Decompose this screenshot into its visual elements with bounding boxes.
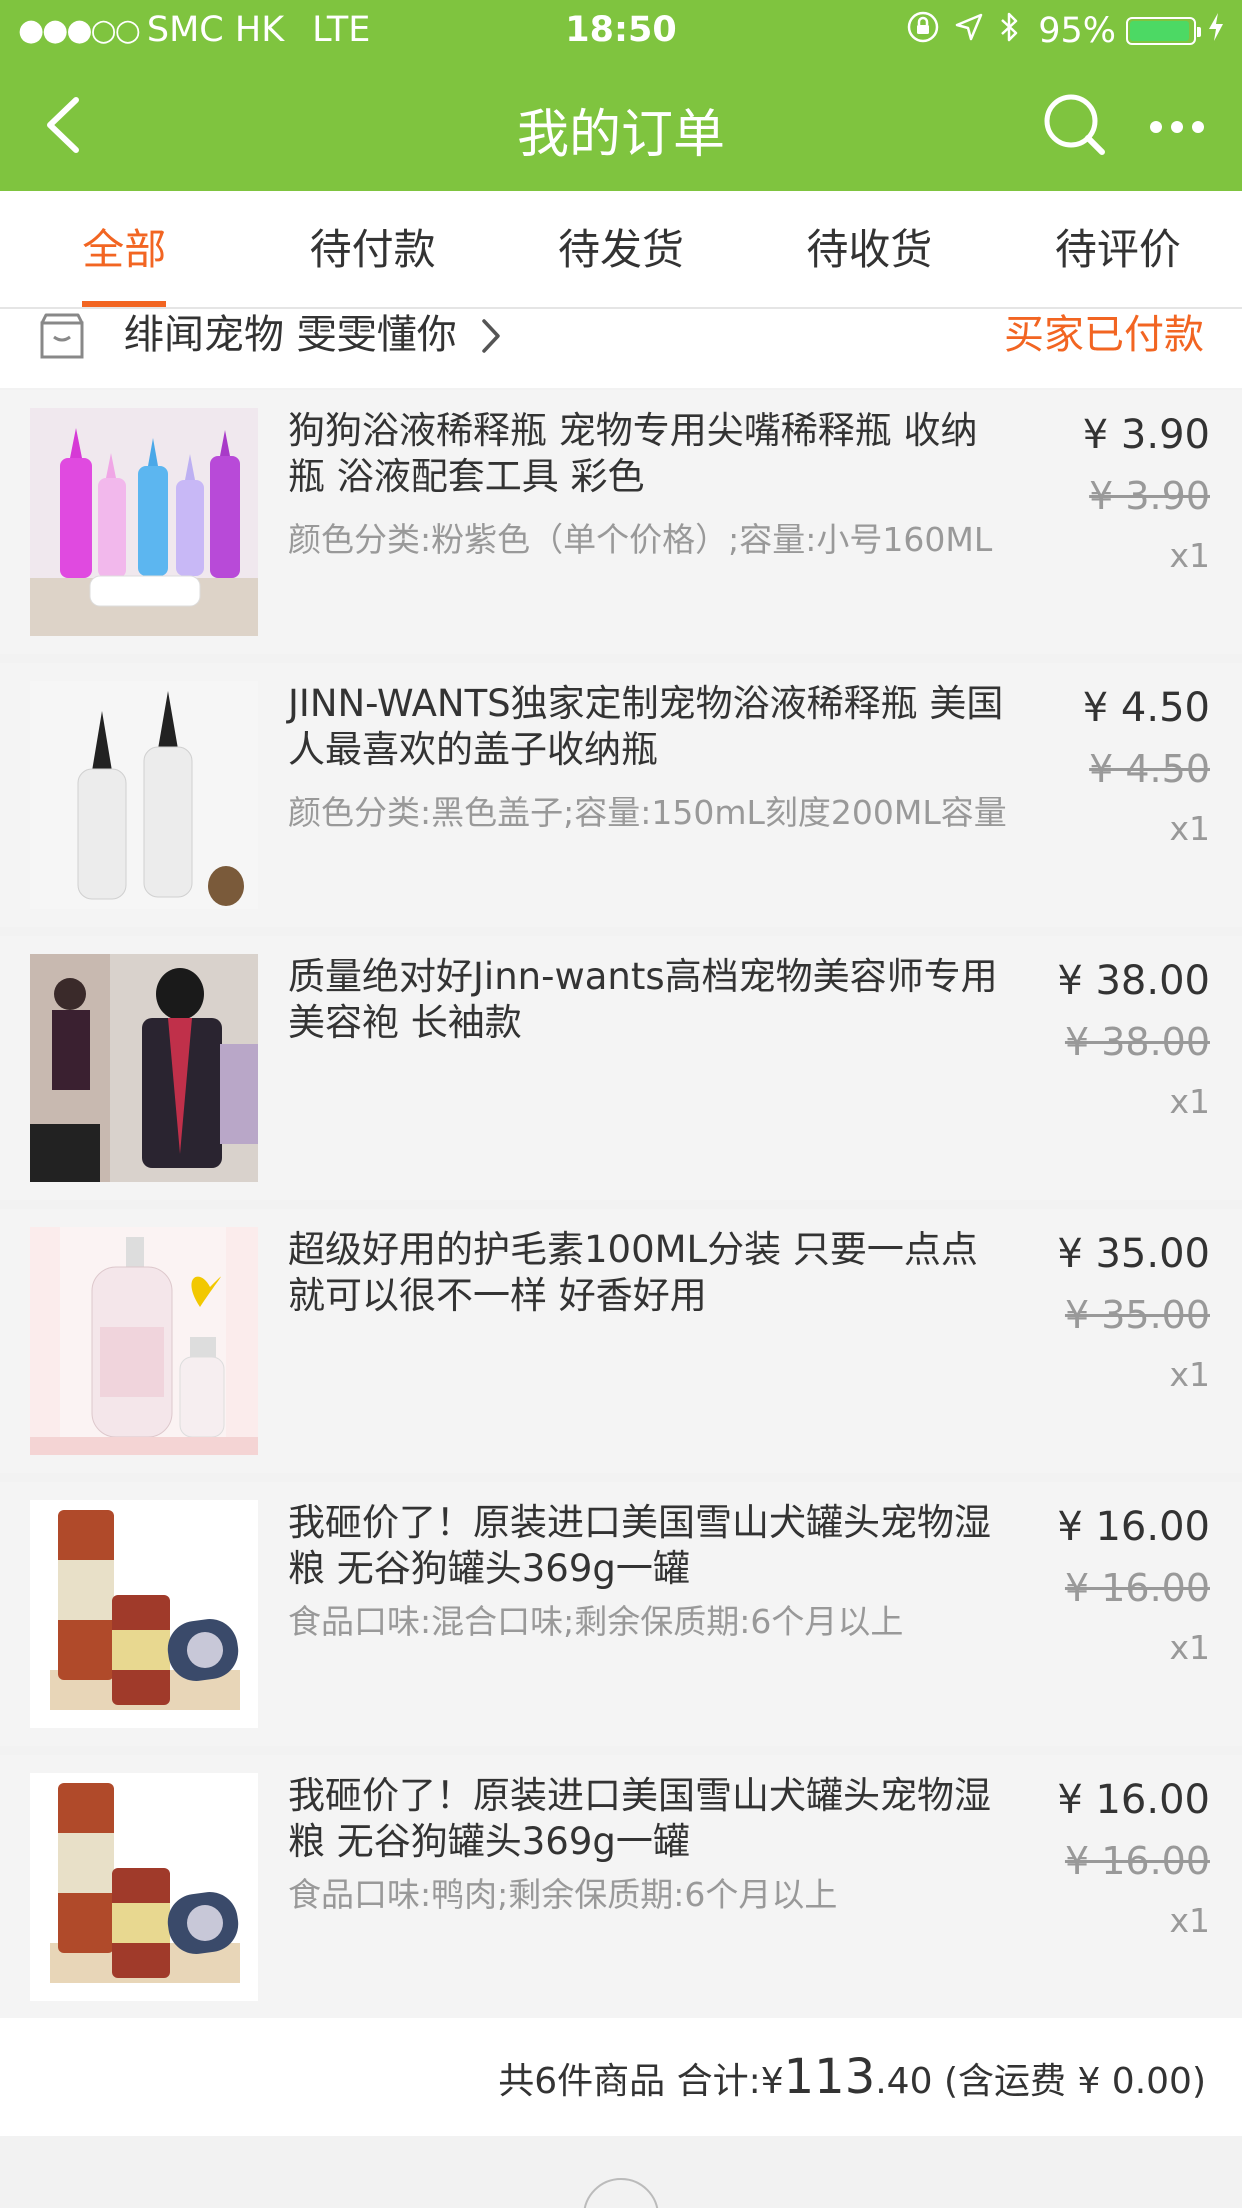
product-title: 狗狗浴液稀释瓶 宠物专用尖嘴稀释瓶 收纳瓶 浴液配套工具 彩色 — [288, 409, 978, 498]
product-quantity: x1 — [1169, 1082, 1210, 1121]
product-title: JINN-WANTS独家定制宠物浴液稀释瓶 美国人最喜欢的盖子收纳瓶 — [288, 682, 1004, 771]
product-spec: 颜色分类:黑色盖子;容量:150mL刻度200ML容量 — [288, 793, 1007, 832]
product-quantity: x1 — [1169, 1901, 1210, 1940]
battery-percent: 95% — [1038, 11, 1116, 51]
product-quantity: x1 — [1169, 809, 1210, 848]
shop-header[interactable]: 绯闻宠物 雯雯懂你 买家已付款 — [0, 309, 1242, 388]
bluetooth-icon — [998, 10, 1022, 52]
tab-pending-receipt[interactable]: 待收货 — [745, 191, 993, 307]
rotation-lock-icon — [906, 10, 940, 52]
shop-icon — [40, 313, 84, 359]
product-thumbnail[interactable] — [30, 408, 258, 636]
item-count: 共6件商品 — [498, 2061, 666, 2102]
conditioner-image — [30, 1227, 258, 1455]
shop-name: 绯闻宠物 雯雯懂你 — [124, 312, 457, 358]
order-item[interactable]: 狗狗浴液稀释瓶 宠物专用尖嘴稀释瓶 收纳瓶 浴液配套工具 彩色 颜色分类:粉紫色… — [0, 390, 1242, 654]
product-thumbnail[interactable] — [30, 1500, 258, 1728]
product-price: ¥ 3.90 — [1082, 412, 1210, 458]
product-title: 超级好用的护毛素100ML分装 只要一点点就可以很不一样 好香好用 — [288, 1228, 978, 1317]
bottle-image — [30, 408, 258, 636]
product-original-price: ¥ 35.00 — [1064, 1293, 1210, 1337]
product-spec: 食品口味:混合口味;剩余保质期:6个月以上 — [288, 1602, 904, 1641]
product-quantity: x1 — [1169, 1355, 1210, 1394]
product-title: 我砸价了！原装进口美国雪山犬罐头宠物湿粮 无谷狗罐头369g一罐 — [288, 1774, 991, 1863]
battery-icon — [1126, 17, 1201, 45]
search-button[interactable] — [1040, 90, 1110, 160]
product-original-price: ¥ 4.50 — [1089, 747, 1210, 791]
order-item[interactable]: 我砸价了！原装进口美国雪山犬罐头宠物湿粮 无谷狗罐头369g一罐 食品口味:鸭肉… — [0, 1755, 1242, 2019]
tab-pending-payment[interactable]: 待付款 — [248, 191, 496, 307]
total-amount-decimal: .40 — [875, 2061, 933, 2102]
dog-food-can-image — [30, 1773, 258, 2001]
product-original-price: ¥ 16.00 — [1064, 1839, 1210, 1883]
product-title: 我砸价了！原装进口美国雪山犬罐头宠物湿粮 无谷狗罐头369g一罐 — [288, 1501, 991, 1590]
product-price: ¥ 16.00 — [1057, 1777, 1210, 1823]
product-thumbnail[interactable] — [30, 681, 258, 909]
shipping-fee: (含运费 ¥ 0.00) — [943, 2061, 1206, 2102]
order-item[interactable]: 我砸价了！原装进口美国雪山犬罐头宠物湿粮 无谷狗罐头369g一罐 食品口味:混合… — [0, 1482, 1242, 1746]
total-label: 合计: — [676, 2061, 761, 2102]
status-bar: ●●●○○ SMC HK LTE 18:50 95% — [0, 0, 1242, 62]
order-item[interactable]: JINN-WANTS独家定制宠物浴液稀释瓶 美国人最喜欢的盖子收纳瓶 颜色分类:… — [0, 663, 1242, 927]
product-spec: 颜色分类:粉紫色（单个价格）;容量:小号160ML — [288, 520, 993, 559]
charging-icon — [1206, 11, 1226, 51]
product-original-price: ¥ 3.90 — [1089, 474, 1210, 518]
product-thumbnail[interactable] — [30, 954, 258, 1182]
partial-action-icon[interactable] — [583, 2178, 659, 2208]
product-thumbnail[interactable] — [30, 1773, 258, 2001]
product-title: 质量绝对好Jinn-wants高档宠物美容师专用美容袍 长袖款 — [288, 955, 998, 1044]
product-price: ¥ 38.00 — [1057, 958, 1210, 1004]
tab-pending-shipment[interactable]: 待发货 — [497, 191, 745, 307]
tab-all[interactable]: 全部 — [0, 191, 248, 307]
order-summary: 共6件商品 合计:¥113.40 (含运费 ¥ 0.00) — [0, 2018, 1242, 2136]
product-price: ¥ 35.00 — [1057, 1231, 1210, 1277]
order-status: 买家已付款 — [1004, 312, 1204, 358]
product-original-price: ¥ 16.00 — [1064, 1566, 1210, 1610]
more-button[interactable] — [1146, 102, 1208, 152]
order-tabs: 全部 待付款 待发货 待收货 待评价 — [0, 191, 1242, 309]
location-icon — [954, 12, 984, 50]
bottle-image — [30, 681, 258, 909]
product-original-price: ¥ 38.00 — [1064, 1020, 1210, 1064]
nav-bar: 我的订单 — [0, 62, 1242, 191]
chevron-right-icon — [482, 319, 500, 353]
product-spec: 食品口味:鸭肉;剩余保质期:6个月以上 — [288, 1875, 838, 1914]
product-quantity: x1 — [1169, 1628, 1210, 1667]
total-amount-integer: 113 — [783, 2049, 876, 2105]
product-thumbnail[interactable] — [30, 1227, 258, 1455]
product-quantity: x1 — [1169, 536, 1210, 575]
grooming-robe-image — [30, 954, 258, 1182]
order-item[interactable]: 质量绝对好Jinn-wants高档宠物美容师专用美容袍 长袖款 ¥ 38.00 … — [0, 936, 1242, 1200]
dog-food-can-image — [30, 1500, 258, 1728]
order-total: 共6件商品 合计:¥113.40 (含运费 ¥ 0.00) — [498, 2018, 1206, 2141]
battery-level — [1130, 21, 1189, 41]
product-price: ¥ 4.50 — [1082, 685, 1210, 731]
status-right: 95% — [892, 10, 1226, 52]
total-currency: ¥ — [760, 2061, 784, 2102]
app-header: ●●●○○ SMC HK LTE 18:50 95% 我的订单 — [0, 0, 1242, 191]
product-price: ¥ 16.00 — [1057, 1504, 1210, 1550]
search-icon — [1044, 94, 1105, 155]
more-icon — [1150, 121, 1204, 133]
order-item[interactable]: 超级好用的护毛素100ML分装 只要一点点就可以很不一样 好香好用 ¥ 35.0… — [0, 1209, 1242, 1473]
tab-pending-review[interactable]: 待评价 — [994, 191, 1242, 307]
